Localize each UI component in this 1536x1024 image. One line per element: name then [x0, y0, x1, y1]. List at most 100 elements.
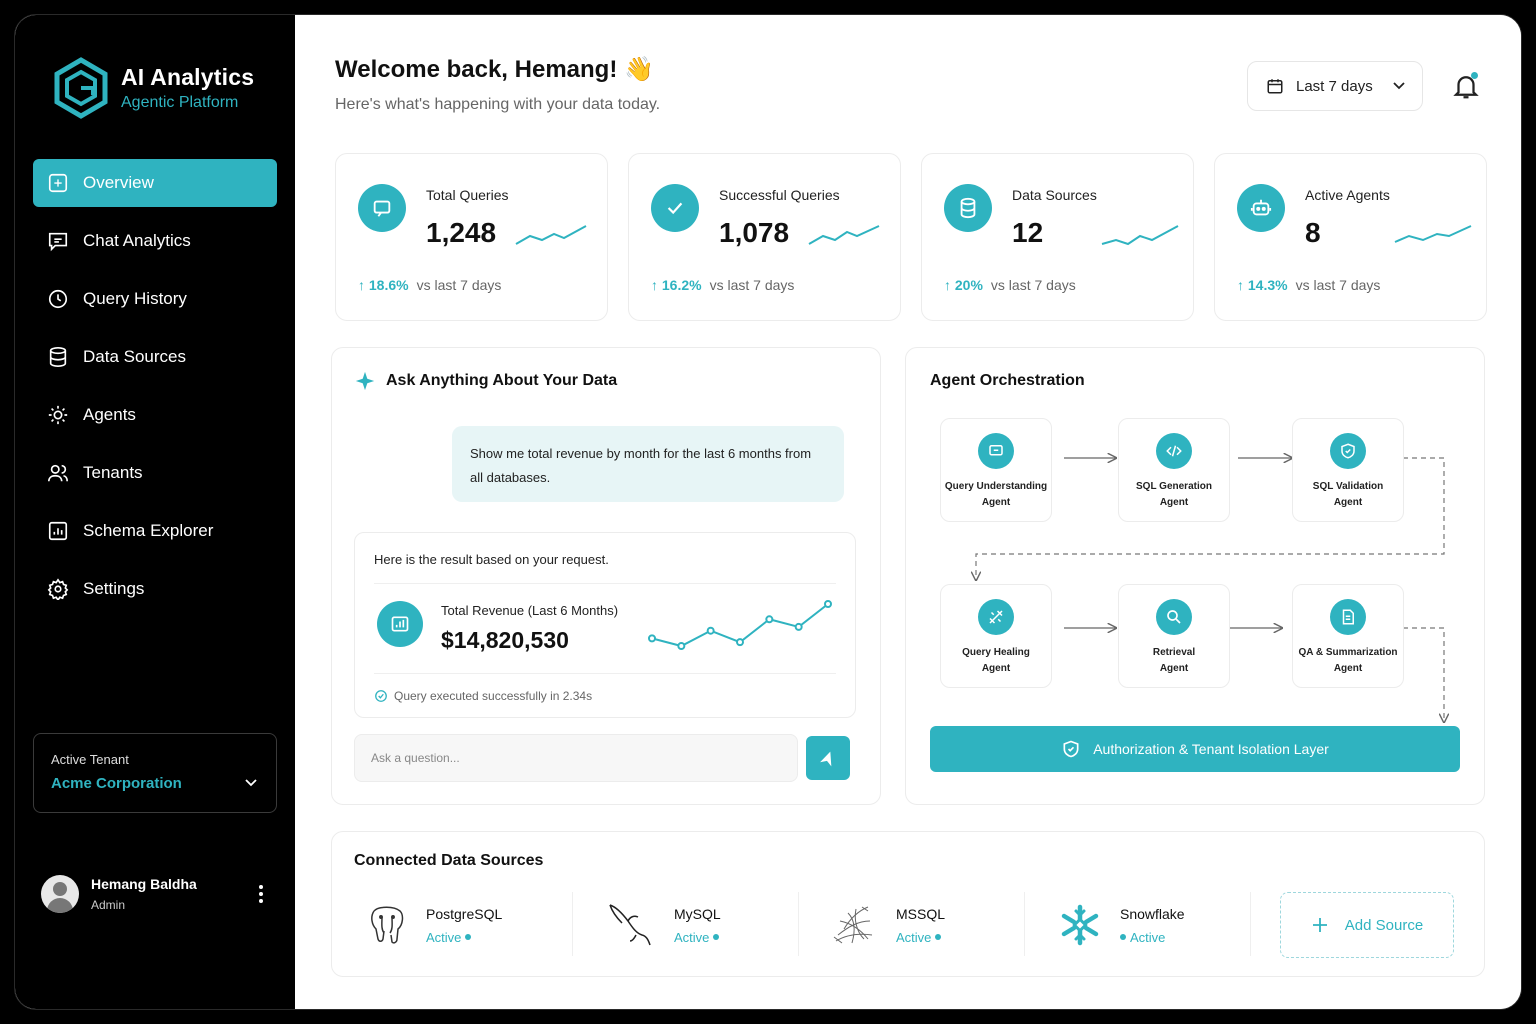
- agent-icon: [48, 405, 68, 425]
- stat-card-active-agents[interactable]: Active Agents 8 ↑ 14.3% vs last 7 days: [1214, 153, 1487, 321]
- status-dot: [935, 934, 942, 940]
- sidebar: AI Analytics Agentic Platform Overview C…: [15, 15, 295, 1009]
- sidebar-item-label: Query History: [83, 289, 187, 308]
- source-status: Active: [1120, 930, 1185, 945]
- bar-chart-icon: [377, 601, 423, 647]
- brand[interactable]: AI Analytics Agentic Platform: [53, 57, 254, 119]
- source-postgresql[interactable]: PostgreSQL Active: [366, 890, 502, 960]
- stat-change-pct: 18.6%: [368, 277, 409, 293]
- check-circle-icon: [375, 690, 387, 702]
- stat-label: Active Agents: [1305, 187, 1390, 203]
- search-icon: [1156, 599, 1192, 635]
- ask-input[interactable]: Ask a question...: [354, 734, 798, 782]
- sidebar-item-chat-analytics[interactable]: Chat Analytics: [33, 217, 277, 265]
- auth-layer-label: Authorization & Tenant Isolation Layer: [1093, 741, 1329, 757]
- overview-icon: [48, 173, 68, 193]
- sparkline: [1394, 225, 1472, 243]
- source-snowflake[interactable]: Snowflake Active: [1058, 890, 1185, 960]
- query-status: Query executed successfully in 2.34s: [374, 689, 592, 703]
- gear-icon: [47, 578, 69, 600]
- stat-card-successful-queries[interactable]: Successful Queries 1,078 ↑ 16.2% vs last…: [628, 153, 901, 321]
- snowflake-icon: [1061, 904, 1099, 946]
- chevron-down-icon: [1393, 82, 1405, 90]
- result-card: Here is the result based on your request…: [354, 532, 856, 718]
- agent-name: SQL Generation Agent: [1136, 481, 1212, 508]
- agent-name: SQL Validation Agent: [1312, 481, 1384, 508]
- agent-node-retrieval[interactable]: Retrieval Agent: [1118, 584, 1230, 688]
- agent-node-sql-validation[interactable]: SQL Validation Agent: [1292, 418, 1404, 522]
- sidebar-item-schema-explorer[interactable]: Schema Explorer: [33, 507, 277, 555]
- divider: [798, 892, 799, 956]
- sidebar-item-query-history[interactable]: Query History: [33, 275, 277, 323]
- notification-dot: [1471, 72, 1478, 79]
- stat-change: ↑ 20% vs last 7 days: [944, 277, 1076, 293]
- tenant-label: Active Tenant: [51, 752, 129, 767]
- sidebar-item-label: Data Sources: [83, 347, 186, 366]
- mysql-icon: [609, 904, 651, 946]
- user-message: Show me total revenue by month for the l…: [452, 426, 844, 502]
- stat-change: ↑ 18.6% vs last 7 days: [358, 277, 502, 293]
- sparkline: [515, 225, 587, 245]
- date-range-picker[interactable]: Last 7 days: [1247, 61, 1423, 111]
- divider: [572, 892, 573, 956]
- page-subtitle: Here's what's happening with your data t…: [335, 96, 661, 113]
- auth-layer-bar[interactable]: Authorization & Tenant Isolation Layer: [930, 726, 1460, 772]
- sidebar-item-agents[interactable]: Agents: [33, 391, 277, 439]
- data-sources-title: Connected Data Sources: [354, 852, 544, 869]
- code-icon: [1156, 433, 1192, 469]
- logo-icon: [54, 57, 108, 119]
- user-profile[interactable]: Hemang Baldha Admin: [41, 875, 197, 913]
- stat-value: 8: [1305, 217, 1321, 248]
- agent-node-query-understanding[interactable]: Query Understanding Agent: [940, 418, 1052, 522]
- source-status-text: Active: [426, 929, 462, 945]
- sidebar-item-settings[interactable]: Settings: [33, 565, 277, 613]
- stat-card-total-queries[interactable]: Total Queries 1,248 ↑ 18.6% vs last 7 da…: [335, 153, 608, 321]
- sidebar-item-tenants[interactable]: Tenants: [33, 449, 277, 497]
- agent-node-qa-summarization[interactable]: QA & Summarization Agent: [1292, 584, 1404, 688]
- stat-label: Data Sources: [1012, 187, 1097, 203]
- more-vertical-icon[interactable]: [255, 883, 267, 905]
- send-button[interactable]: [806, 736, 850, 780]
- source-status: Active: [896, 930, 945, 945]
- add-source-button[interactable]: Add Source: [1280, 892, 1454, 958]
- sidebar-item-label: Settings: [83, 579, 145, 598]
- source-mssql[interactable]: MSSQL Active: [830, 890, 945, 960]
- agent-node-sql-generation[interactable]: SQL Generation Agent: [1118, 418, 1230, 522]
- sidebar-item-label: Agents: [83, 405, 136, 424]
- source-mysql[interactable]: MySQL Active: [606, 890, 721, 960]
- stat-change-pct: 14.3%: [1247, 277, 1288, 293]
- sidebar-item-overview[interactable]: Overview: [33, 159, 277, 207]
- tenant-selector[interactable]: Active Tenant Acme Corporation: [33, 733, 277, 813]
- stat-change: ↑ 16.2% vs last 7 days: [651, 277, 795, 293]
- ask-input-placeholder: Ask a question...: [371, 751, 460, 765]
- trend-point: [794, 622, 803, 631]
- trend-point: [736, 638, 744, 647]
- sidebar-item-data-sources[interactable]: Data Sources: [33, 333, 277, 381]
- source-name: PostgreSQL: [426, 905, 503, 922]
- agent-name: Retrieval Agent: [1152, 647, 1196, 674]
- orchestration-card: Agent Orchestration Query Understanding …: [905, 347, 1485, 805]
- revenue-trend-chart: [648, 600, 832, 650]
- sidebar-nav: Overview Chat Analytics Query History Da…: [33, 159, 277, 623]
- calendar-icon: [1267, 79, 1283, 94]
- stat-compare: vs last 7 days: [1295, 277, 1381, 293]
- database-icon: [944, 184, 992, 232]
- sparkline: [808, 225, 880, 245]
- stat-change-pct: 16.2%: [661, 277, 702, 293]
- chat-icon: [48, 232, 68, 252]
- send-icon: [820, 751, 832, 767]
- source-name: MSSQL: [896, 905, 946, 922]
- add-source-label: Add Source: [1344, 916, 1424, 934]
- stat-card-data-sources[interactable]: Data Sources 12 ↑ 20% vs last 7 days: [921, 153, 1194, 321]
- user-role: Admin: [91, 898, 126, 912]
- sidebar-item-label: Overview: [83, 173, 154, 192]
- divider: [1024, 892, 1025, 956]
- brand-subtitle: Agentic Platform: [121, 94, 239, 111]
- database-icon: [49, 347, 67, 367]
- status-dot: [465, 934, 472, 940]
- metric-label: Total Revenue (Last 6 Months): [441, 603, 619, 618]
- agent-node-query-healing[interactable]: Query Healing Agent: [940, 584, 1052, 688]
- clock-icon: [48, 289, 68, 309]
- stat-change: ↑ 14.3% vs last 7 days: [1237, 277, 1381, 293]
- agent-name: Query Understanding Agent: [944, 481, 1048, 508]
